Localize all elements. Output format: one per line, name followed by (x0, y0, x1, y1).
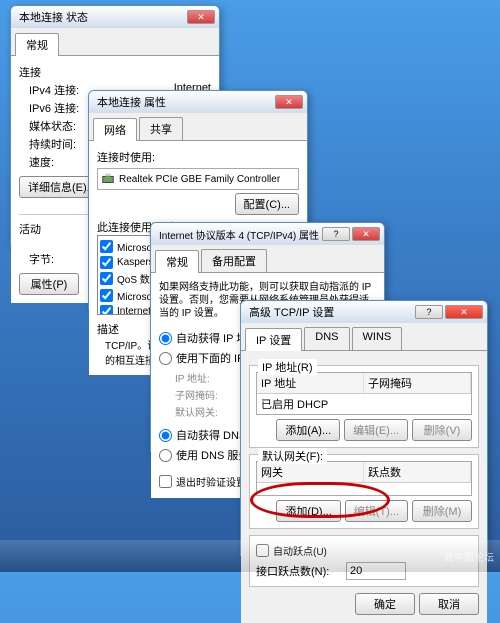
ok-button[interactable]: 确定 (355, 593, 415, 615)
validate-label: 退出时验证设置 (176, 474, 246, 489)
gw-label: 默认网关: (175, 404, 218, 419)
tab-general[interactable]: 常规 (155, 250, 199, 273)
ip-label: IP 地址: (175, 370, 210, 385)
col-metric: 跃点数 (364, 462, 471, 482)
del-ip-button[interactable]: 删除(V) (412, 419, 472, 441)
edit-gw-button[interactable]: 编辑(T)... (345, 500, 408, 522)
close-icon[interactable]: ✕ (445, 305, 483, 319)
del-gw-button[interactable]: 删除(M) (412, 500, 472, 522)
win4-title: 高级 TCP/IP 设置 (249, 304, 413, 320)
item-checkbox[interactable] (100, 272, 113, 285)
dhcp-row: 已启用 DHCP (257, 394, 471, 414)
tab-alternate[interactable]: 备用配置 (201, 249, 267, 272)
add-gw-button[interactable]: 添加(D)... (276, 500, 340, 522)
win1-title: 本地连接 状态 (19, 9, 185, 25)
ip-table: IP 地址 子网掩码 已启用 DHCP (256, 372, 472, 415)
tab-sharing[interactable]: 共享 (139, 117, 183, 140)
col-ip: IP 地址 (257, 373, 364, 393)
cancel-button[interactable]: 取消 (419, 593, 479, 615)
adapter-name: Realtek PCIe GBE Family Controller (119, 174, 280, 185)
validate-checkbox[interactable] (159, 475, 172, 488)
col-gw: 网关 (257, 462, 364, 482)
list-item: Internet (117, 306, 151, 315)
add-ip-button[interactable]: 添加(A)... (276, 419, 340, 441)
edit-ip-button[interactable]: 编辑(E)... (344, 419, 408, 441)
help-icon[interactable]: ? (322, 227, 350, 241)
radio-auto-ip[interactable] (159, 332, 172, 345)
col-mask: 子网掩码 (364, 373, 471, 393)
win2-title: 本地连接 属性 (97, 94, 273, 110)
radio-auto-dns[interactable] (159, 429, 172, 442)
radio-use-ip[interactable] (159, 352, 172, 365)
config-button[interactable]: 配置(C)... (235, 193, 299, 215)
watermark: 商中国论坛 (444, 549, 494, 564)
taskbar[interactable]: 商中国论坛 (0, 540, 500, 572)
conn-section-label: 连接 (19, 64, 211, 80)
properties-button[interactable]: 属性(P) (19, 273, 79, 295)
close-icon[interactable]: ✕ (352, 227, 380, 241)
ip-group-title: IP 地址(R) (258, 359, 317, 375)
help-icon[interactable]: ? (415, 305, 443, 319)
item-checkbox[interactable] (100, 289, 113, 302)
item-checkbox[interactable] (100, 256, 113, 269)
close-icon[interactable]: ✕ (275, 95, 303, 109)
win3-title: Internet 协议版本 4 (TCP/IPv4) 属性 (159, 227, 320, 242)
tab-dns[interactable]: DNS (304, 327, 349, 350)
item-checkbox[interactable] (100, 305, 113, 315)
tab-general[interactable]: 常规 (15, 33, 59, 56)
gw-group-title: 默认网关(F): (258, 448, 327, 464)
adapter-icon (101, 172, 115, 186)
connect-using-label: 连接时使用: (97, 149, 299, 165)
tab-wins[interactable]: WINS (352, 327, 403, 350)
tab-network[interactable]: 网络 (93, 118, 137, 141)
item-checkbox[interactable] (100, 240, 113, 253)
tab-ip-settings[interactable]: IP 设置 (245, 328, 302, 351)
mask-label: 子网掩码: (175, 387, 218, 402)
close-icon[interactable]: ✕ (187, 10, 215, 24)
radio-use-dns[interactable] (159, 449, 172, 462)
gw-table: 网关 跃点数 (256, 461, 472, 496)
